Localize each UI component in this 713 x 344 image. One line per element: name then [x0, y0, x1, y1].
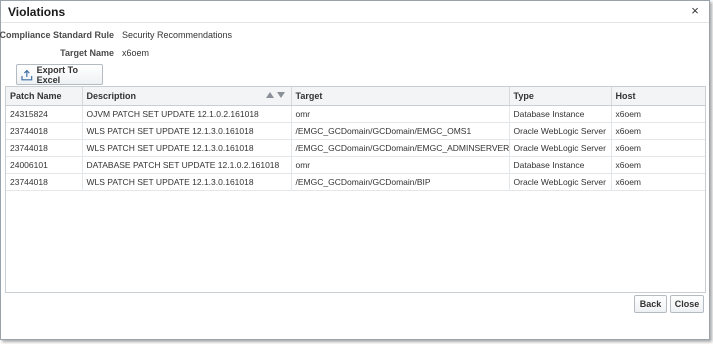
export-to-excel-button[interactable]: Export To Excel [16, 64, 103, 85]
column-header-patch-name[interactable]: Patch Name [6, 87, 83, 106]
cell-patch-name: 24315824 [6, 105, 83, 123]
violations-dialog: Violations × Compliance Standard Rule Se… [0, 0, 710, 340]
rule-label-cell: Compliance Standard Rule [0, 30, 114, 42]
cell-type: Database Instance [509, 105, 612, 123]
table-row[interactable]: 23744018 WLS PATCH SET UPDATE 12.1.3.0.1… [6, 122, 705, 140]
cell-target: omr [291, 156, 510, 174]
cell-patch-name: 23744018 [6, 173, 83, 191]
cell-type: Database Instance [509, 156, 612, 174]
cell-host: x6oem [611, 105, 705, 123]
target-label-cell: Target Name [1, 48, 114, 60]
table-header-row: Patch Name Description Target Type Host [6, 87, 705, 106]
cell-description: WLS PATCH SET UPDATE 12.1.3.0.161018 [82, 139, 292, 157]
cell-target: /EMGC_GCDomain/GCDomain/BIP [291, 173, 510, 191]
cell-description: OJVM PATCH SET UPDATE 12.1.0.2.161018 [82, 105, 292, 123]
cell-description: WLS PATCH SET UPDATE 12.1.3.0.161018 [82, 122, 292, 140]
close-button[interactable]: Close [670, 295, 704, 313]
cell-host: x6oem [611, 122, 705, 140]
cell-host: x6oem [611, 173, 705, 191]
export-icon [21, 69, 33, 80]
rule-label: Compliance Standard Rule [0, 30, 114, 40]
cell-type: Oracle WebLogic Server [509, 122, 612, 140]
column-header-description[interactable]: Description [82, 87, 292, 106]
table-row[interactable]: 24006101 DATABASE PATCH SET UPDATE 12.1.… [6, 156, 705, 174]
export-button-label: Export To Excel [36, 64, 78, 85]
cell-type: Oracle WebLogic Server [509, 173, 612, 191]
cell-target: /EMGC_GCDomain/GCDomain/EMGC_OMS1 [291, 122, 510, 140]
cell-patch-name: 23744018 [6, 139, 83, 157]
target-name-label: Target Name [60, 48, 114, 58]
close-icon[interactable]: × [688, 4, 702, 18]
cell-patch-name: 24006101 [6, 156, 83, 174]
column-header-target[interactable]: Target [291, 87, 510, 106]
column-header-description-label: Description [86, 90, 137, 101]
column-header-type[interactable]: Type [509, 87, 612, 106]
cell-target: omr [291, 105, 510, 123]
cell-patch-name: 23744018 [6, 122, 83, 140]
dialog-title: Violations [8, 5, 66, 19]
sort-ascending-icon[interactable] [265, 92, 274, 98]
target-name-value: x6oem [122, 48, 150, 58]
table-row[interactable]: 23744018 WLS PATCH SET UPDATE 12.1.3.0.1… [6, 173, 705, 191]
rule-value: Security Recommendations [122, 30, 233, 40]
cell-description: DATABASE PATCH SET UPDATE 12.1.0.2.16101… [82, 156, 292, 174]
sort-descending-icon[interactable] [276, 92, 285, 98]
cell-host: x6oem [611, 139, 705, 157]
cell-host: x6oem [611, 156, 705, 174]
table-row[interactable]: 24315824 OJVM PATCH SET UPDATE 12.1.0.2.… [6, 105, 705, 123]
sort-controls [265, 92, 285, 98]
back-button[interactable]: Back [634, 295, 667, 313]
dialog-titlebar: Violations × [1, 1, 709, 23]
cell-type: Oracle WebLogic Server [509, 139, 612, 157]
table-row[interactable]: 23744018 WLS PATCH SET UPDATE 12.1.3.0.1… [6, 139, 705, 157]
cell-description: WLS PATCH SET UPDATE 12.1.3.0.161018 [82, 173, 292, 191]
violations-table: Patch Name Description Target Type Host [5, 86, 706, 293]
cell-target: /EMGC_GCDomain/GCDomain/EMGC_ADMINSERVER [291, 139, 510, 157]
column-header-host[interactable]: Host [611, 87, 705, 106]
